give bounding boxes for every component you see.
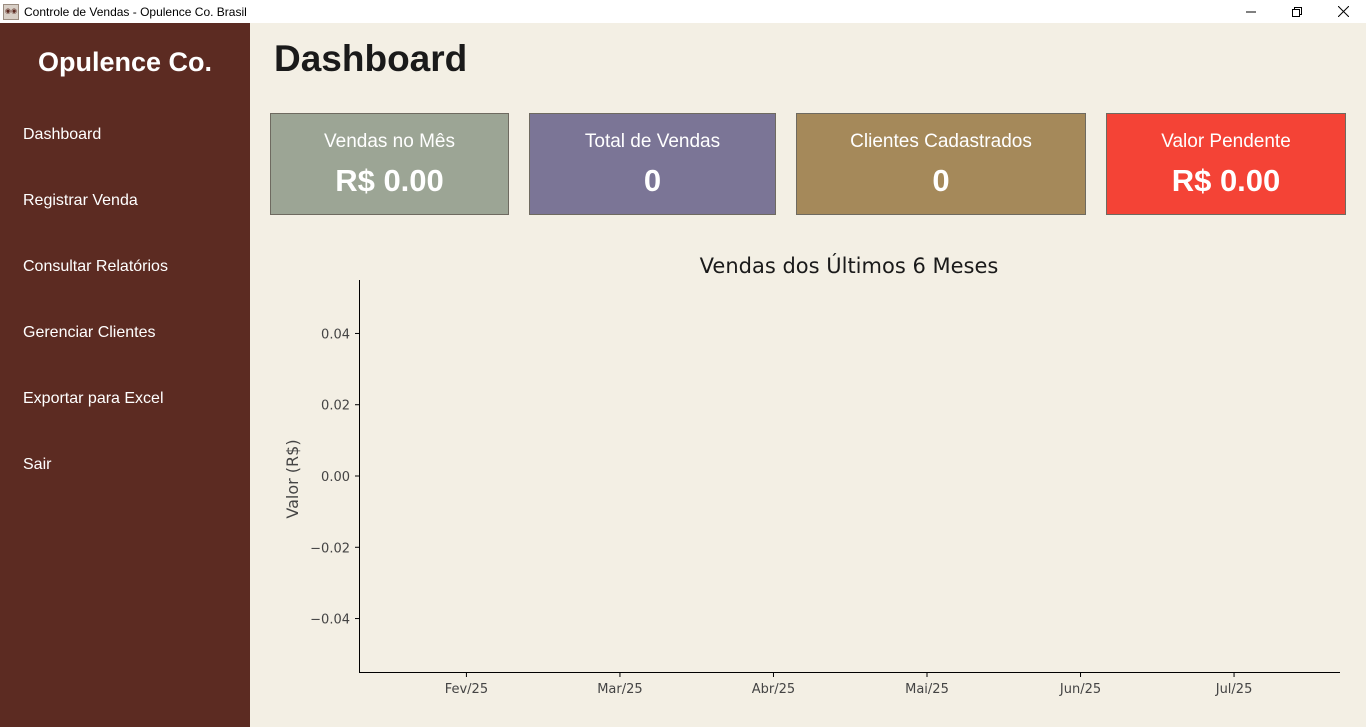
card-label: Valor Pendente	[1161, 131, 1291, 152]
card-label: Clientes Cadastrados	[850, 131, 1032, 152]
app-logo-icon: ◉◉	[3, 3, 19, 20]
card-value: 0	[932, 163, 950, 198]
card-valor-pendente: Valor Pendente R$ 0.00	[1106, 113, 1346, 215]
card-vendas-mes: Vendas no Mês R$ 0.00	[270, 113, 509, 215]
window-title: Controle de Vendas - Opulence Co. Brasil	[24, 4, 247, 19]
x-tick-label: Mai/25	[905, 682, 949, 697]
x-tick-label: Abr/25	[752, 682, 795, 697]
close-button[interactable]	[1320, 0, 1366, 23]
window-titlebar: ◉◉ Controle de Vendas - Opulence Co. Bra…	[0, 0, 1366, 23]
minimize-button[interactable]	[1228, 0, 1274, 23]
window-controls	[1228, 0, 1366, 23]
x-tick-label: Mar/25	[597, 682, 642, 697]
restore-button[interactable]	[1274, 0, 1320, 23]
y-tick-label: −0.02	[310, 541, 350, 556]
card-label: Total de Vendas	[584, 131, 721, 152]
card-value: 0	[643, 163, 662, 198]
y-tick-label: 0.04	[321, 327, 350, 342]
card-clientes-cadastrados: Clientes Cadastrados 0	[796, 113, 1086, 215]
card-label: Vendas no Mês	[324, 131, 455, 152]
minimize-icon	[1246, 11, 1256, 12]
sidebar: Opulence Co. Dashboard Registrar Venda C…	[0, 23, 250, 727]
sidebar-item-consultar-relatorios[interactable]: Consultar Relatórios	[23, 258, 168, 276]
chart-title: Vendas dos Últimos 6 Meses	[700, 253, 999, 278]
sidebar-item-sair[interactable]: Sair	[23, 456, 51, 474]
sidebar-item-registrar-venda[interactable]: Registrar Venda	[23, 192, 138, 210]
close-icon	[1337, 6, 1349, 17]
brand-name: Opulence Co.	[37, 47, 213, 77]
y-tick-label: 0.02	[321, 399, 350, 414]
chart-y-axis-label: Valor (R$)	[283, 439, 302, 518]
restore-icon	[1292, 6, 1302, 17]
sidebar-item-dashboard[interactable]: Dashboard	[23, 126, 101, 144]
x-tick-label: Jul/25	[1215, 682, 1253, 697]
y-tick-label: 0.00	[321, 470, 350, 485]
card-value: R$ 0.00	[335, 163, 444, 198]
sales-chart: Vendas dos Últimos 6 Meses Valor (R$) 0.…	[283, 253, 1340, 697]
sidebar-item-gerenciar-clientes[interactable]: Gerenciar Clientes	[23, 324, 156, 342]
card-value: R$ 0.00	[1171, 163, 1281, 198]
page-title: Dashboard	[274, 38, 468, 79]
card-total-vendas: Total de Vendas 0	[529, 113, 776, 215]
x-tick-label: Fev/25	[445, 682, 488, 697]
sidebar-item-exportar-excel[interactable]: Exportar para Excel	[23, 390, 164, 408]
x-tick-label: Jun/25	[1059, 682, 1101, 697]
y-tick-label: −0.04	[310, 613, 350, 628]
